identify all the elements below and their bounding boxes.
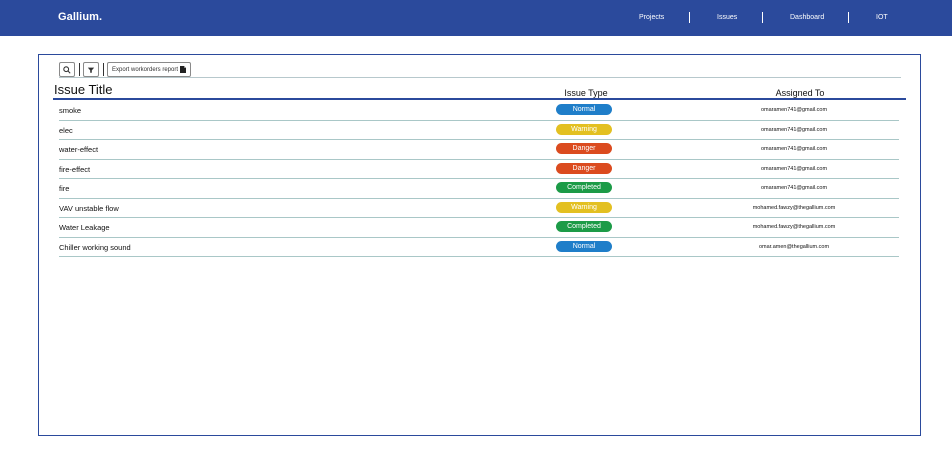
assigned-email: mohamed.fawzy@thegallium.com bbox=[752, 224, 836, 230]
issue-type-badge: Normal bbox=[556, 104, 612, 115]
issues-panel: Export workorders report Issue Title Iss… bbox=[38, 54, 921, 436]
assigned-email: omaramen741@gmail.com bbox=[760, 107, 828, 113]
nav-divider bbox=[762, 12, 763, 23]
nav-divider bbox=[689, 12, 690, 23]
search-icon bbox=[63, 65, 71, 74]
issue-title: water-effect bbox=[59, 145, 99, 154]
issue-type-badge: Danger bbox=[556, 162, 612, 174]
nav-divider bbox=[848, 12, 849, 23]
column-header-type: Issue Type bbox=[564, 88, 608, 98]
nav-projects[interactable]: Projects bbox=[639, 14, 664, 21]
table-row[interactable]: Water Leakage Completed mohamed.fawzy@theg… bbox=[59, 218, 899, 238]
issue-type-badge: Completed bbox=[556, 221, 612, 232]
export-button-label: Export workorders report bbox=[112, 66, 179, 73]
toolbar-divider bbox=[79, 63, 80, 76]
table-row[interactable]: fire-effect Danger omaramen741@gmail.com bbox=[59, 160, 899, 179]
assigned-email: omaramen741@gmail.com bbox=[760, 165, 828, 172]
column-header-title: Issue Title bbox=[54, 82, 113, 97]
table-row[interactable]: smoke Normal omaramen741@gmail.com bbox=[59, 101, 899, 121]
column-header-assigned: Assigned To bbox=[775, 88, 825, 98]
issue-type-badge: Warning bbox=[556, 123, 612, 135]
table-row[interactable]: Chiller working sound Normal omar.amen@the… bbox=[59, 238, 899, 257]
table-row[interactable]: VAV unstable flow Warning mohamed.fawzy@th… bbox=[59, 199, 899, 218]
table-row[interactable]: elec Warning omaramen741@gmail.com bbox=[59, 121, 899, 140]
table-row[interactable]: fire Completed omaramen741@gmail.com bbox=[59, 179, 899, 199]
issue-title: fire bbox=[59, 184, 70, 193]
file-icon bbox=[180, 66, 186, 73]
toolbar-divider-line bbox=[59, 77, 901, 78]
assigned-email: omaramen741@gmail.com bbox=[760, 146, 828, 152]
brand-logo[interactable]: Gallium. bbox=[58, 11, 102, 23]
issue-type-badge: Warning bbox=[556, 201, 612, 213]
filter-icon bbox=[87, 66, 95, 74]
header-underline bbox=[53, 98, 906, 100]
issue-title: elec bbox=[59, 125, 73, 135]
issue-title: smoke bbox=[59, 106, 82, 115]
assigned-email: omar.amen@thegallium.com bbox=[758, 243, 830, 250]
assigned-email: mohamed.fawzy@thegallium.com bbox=[752, 204, 836, 211]
export-report-button[interactable]: Export workorders report bbox=[107, 62, 191, 77]
issue-title: VAV unstable flow bbox=[59, 203, 119, 213]
nav-iot[interactable]: IOT bbox=[876, 14, 888, 21]
issue-title: Water Leakage bbox=[59, 223, 110, 232]
top-navbar: Gallium. Projects Issues Dashboard IOT bbox=[0, 0, 952, 36]
issue-type-badge: Completed bbox=[556, 182, 612, 193]
assigned-email: omaramen741@gmail.com bbox=[760, 185, 828, 191]
toolbar-divider bbox=[103, 63, 104, 76]
nav-dashboard[interactable]: Dashboard bbox=[790, 14, 824, 21]
issue-title: Chiller working sound bbox=[59, 242, 131, 252]
search-button[interactable] bbox=[59, 62, 75, 77]
filter-button[interactable] bbox=[83, 62, 99, 77]
issue-type-badge: Danger bbox=[556, 143, 612, 154]
assigned-email: omaramen741@gmail.com bbox=[760, 126, 828, 133]
issue-title: fire-effect bbox=[59, 164, 91, 174]
issue-type-badge: Normal bbox=[556, 240, 612, 252]
table-row[interactable]: water-effect Danger omaramen741@gmail.com bbox=[59, 140, 899, 160]
nav-issues[interactable]: Issues bbox=[717, 14, 737, 21]
